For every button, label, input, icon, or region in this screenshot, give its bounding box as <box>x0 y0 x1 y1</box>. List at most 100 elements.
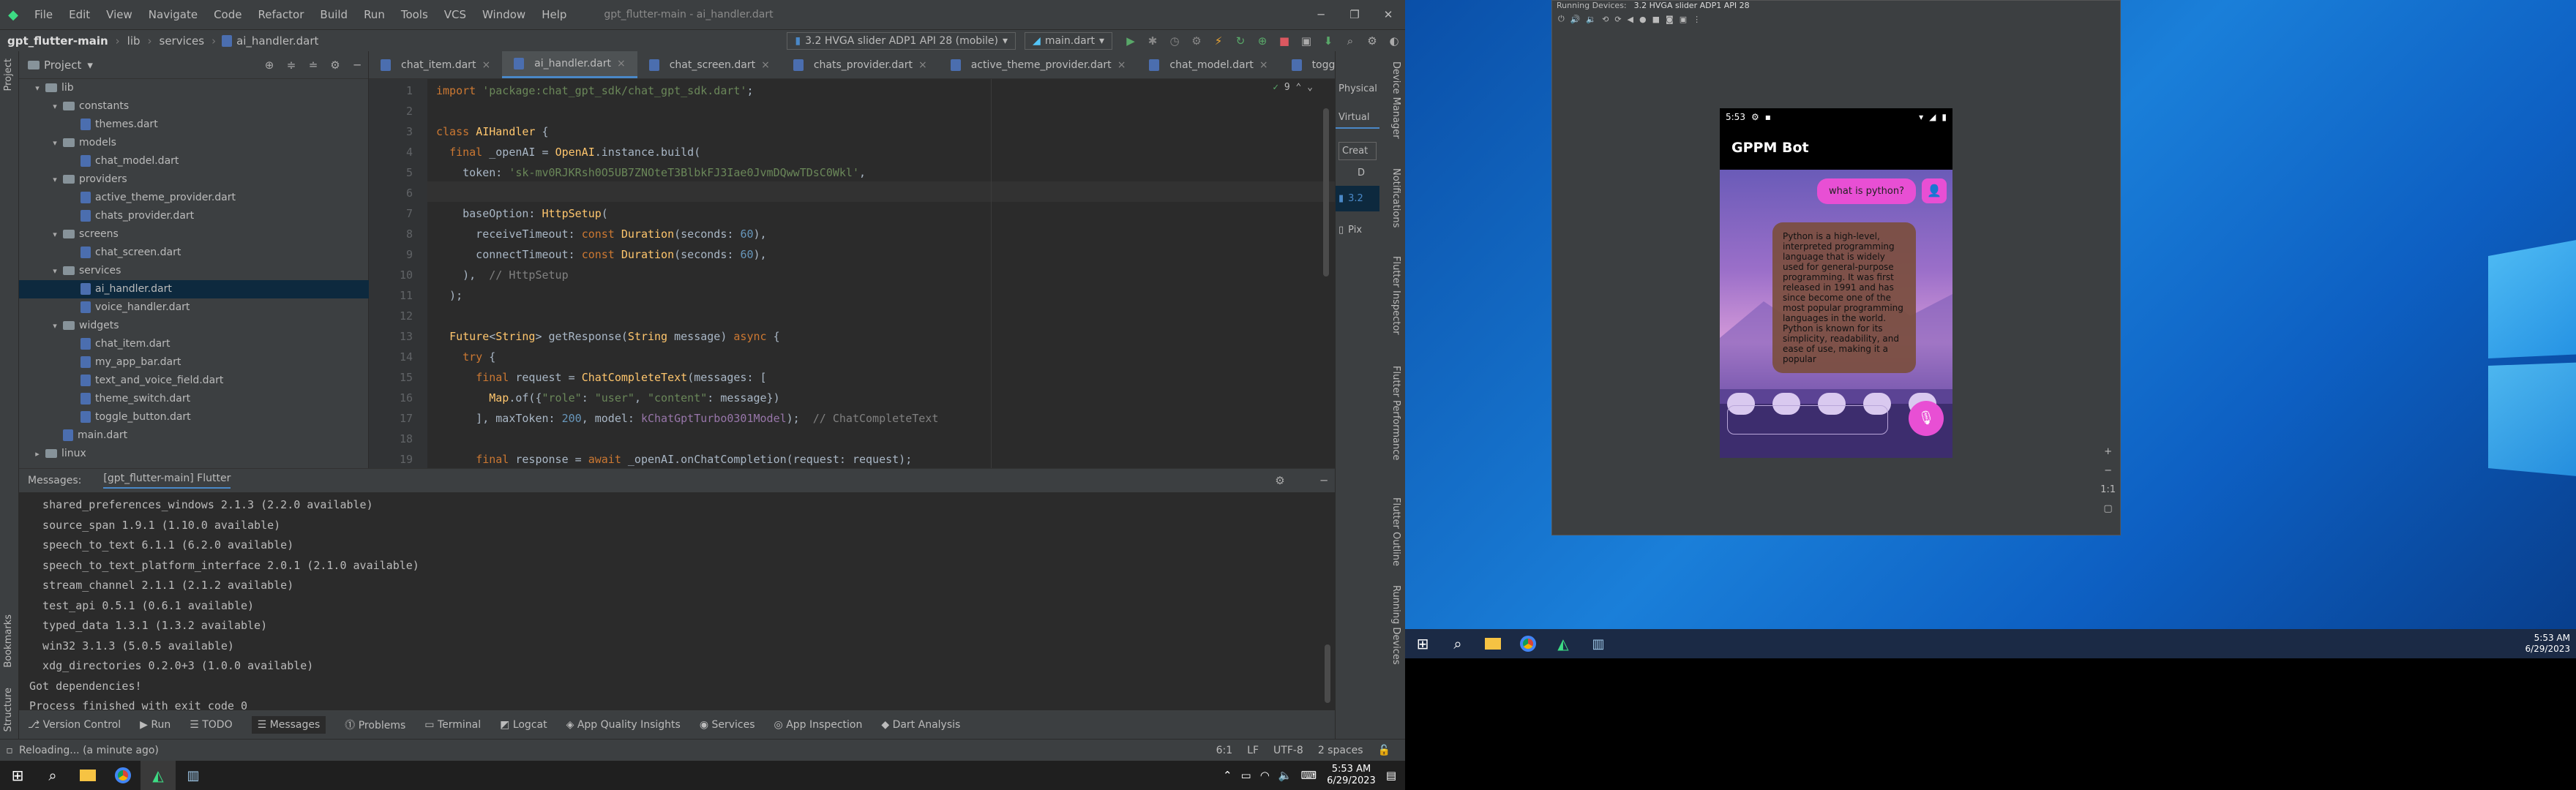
mic-button[interactable]: 🎙 <box>1909 401 1944 436</box>
flutter-performance-tool-tab[interactable]: Flutter Performance <box>1390 366 1401 460</box>
windows-start-icon[interactable]: ⊞ <box>0 761 35 790</box>
tree-file[interactable]: text_and_voice_field.dart <box>19 372 369 390</box>
tree-folder[interactable]: ▾ lib <box>19 79 369 97</box>
structure-tool-tab[interactable]: Structure <box>3 688 14 731</box>
tree-folder[interactable]: ▸ linux <box>19 445 369 463</box>
volume-down-icon[interactable]: 🔉 <box>1586 15 1596 24</box>
chevron-down-icon[interactable]: ▾ <box>50 262 60 280</box>
notifications-tool-tab[interactable]: Notifications <box>1390 168 1401 227</box>
editor-tab[interactable]: chats_provider.dart × <box>782 51 939 78</box>
breadcrumb-file[interactable]: ai_handler.dart <box>236 34 318 48</box>
tree-file[interactable]: chats_provider.dart <box>19 207 369 225</box>
version-control-tool[interactable]: ⎇ Version Control <box>28 719 121 731</box>
todo-tool[interactable]: ☰ TODO <box>190 719 232 731</box>
minimize-icon[interactable]: ─ <box>1304 8 1338 21</box>
device-row[interactable]: ▮ 3.2 <box>1336 186 1379 211</box>
close-tab-icon[interactable]: × <box>1117 59 1126 71</box>
tab-virtual[interactable]: Virtual <box>1336 108 1379 129</box>
hot-restart-icon[interactable]: ↻ <box>1229 30 1251 52</box>
android-studio-icon[interactable]: ◭ <box>141 761 176 790</box>
rotate-right-icon[interactable]: ⟳ <box>1614 15 1621 24</box>
emulator-icon[interactable]: ▥ <box>176 761 211 790</box>
device-selector[interactable]: ▮ 3.2 HVGA slider ADP1 API 28 (mobile) ▾ <box>787 31 1016 50</box>
logcat-tool[interactable]: ◩ Logcat <box>500 719 547 731</box>
close-icon[interactable]: ✕ <box>1371 8 1405 21</box>
tree-folder[interactable]: ▾ widgets <box>19 317 369 335</box>
chevron-down-icon[interactable]: ▾ <box>50 170 60 189</box>
app-quality-tool[interactable]: ◈ App Quality Insights <box>566 719 681 731</box>
tree-file[interactable]: voice_handler.dart <box>19 298 369 317</box>
editor-tab[interactable]: ai_handler.dart × <box>502 51 637 78</box>
profile-icon[interactable]: ◷ <box>1164 30 1186 52</box>
device-manager-tool-tab[interactable]: Device Manager <box>1390 61 1401 139</box>
device-row[interactable]: ▯ Pix <box>1336 217 1379 243</box>
line-separator[interactable]: LF <box>1247 745 1259 756</box>
emulator-icon[interactable]: ▥ <box>1581 629 1616 658</box>
emulator-header-tab[interactable]: 3.2 HVGA slider ADP1 API 28 <box>1634 1 1750 11</box>
file-explorer-icon[interactable] <box>1475 629 1510 658</box>
chrome-icon[interactable] <box>105 761 141 790</box>
tree-folder[interactable]: ▾ providers <box>19 170 369 189</box>
code-editor[interactable]: ✓ 9 ⌃ ⌄ import 'package:chat_gpt_sdk/cha… <box>427 79 1335 468</box>
editor-tab[interactable]: active_theme_provider.dart × <box>939 51 1138 78</box>
overview-icon[interactable]: ■ <box>1652 15 1660 24</box>
editor-scrollbar[interactable] <box>1323 108 1329 276</box>
tree-file[interactable]: my_app_bar.dart <box>19 353 369 372</box>
messages-tab[interactable]: [gpt_flutter-main] Flutter <box>103 473 231 489</box>
keyboard-icon[interactable]: ⌨ <box>1300 769 1317 782</box>
tree-file[interactable]: chat_model.dart <box>19 152 369 170</box>
flutter-outline-tool-tab[interactable]: Flutter Outline <box>1390 497 1401 566</box>
more-icon[interactable]: ⋮ <box>1693 15 1701 24</box>
run-config-selector[interactable]: ◢ main.dart ▾ <box>1025 31 1112 50</box>
coverage-icon[interactable]: ⚙ <box>1186 30 1208 52</box>
menu-vcs[interactable]: VCS <box>436 8 474 21</box>
close-tab-icon[interactable]: × <box>482 59 490 71</box>
breadcrumb-project[interactable]: gpt_flutter-main <box>0 34 116 48</box>
home-icon[interactable]: ● <box>1639 15 1647 24</box>
maximize-icon[interactable]: ❐ <box>1338 8 1371 21</box>
tree-file[interactable]: themes.dart <box>19 116 369 134</box>
tree-folder[interactable]: ▾ services <box>19 262 369 280</box>
caret-position[interactable]: 6:1 <box>1216 745 1233 756</box>
tree-file[interactable]: main.dart <box>19 426 369 445</box>
notification-icon[interactable]: ▤ <box>1386 769 1396 782</box>
run-icon[interactable]: ▶ <box>1120 30 1142 52</box>
chevron-down-icon[interactable]: ⌄ <box>1307 82 1313 93</box>
chevron-up-icon[interactable]: ⌃ <box>1223 769 1232 782</box>
run-tool[interactable]: ▶ Run <box>140 719 171 731</box>
menu-window[interactable]: Window <box>474 8 533 21</box>
locate-icon[interactable]: ⊕ <box>258 54 280 76</box>
inspection-widget[interactable]: ✓ 9 ⌃ ⌄ <box>1273 82 1313 93</box>
chevron-down-icon[interactable]: ▾ <box>50 134 60 152</box>
tree-file[interactable]: ai_handler.dart <box>19 280 369 298</box>
close-tab-icon[interactable]: × <box>1259 59 1268 71</box>
create-device-button[interactable]: Creat <box>1338 142 1377 160</box>
menu-navigate[interactable]: Navigate <box>141 8 206 21</box>
attach-icon[interactable]: ⊕ <box>1251 30 1273 52</box>
network-icon[interactable]: ▭ <box>1241 769 1251 782</box>
zoom-out-icon[interactable]: − <box>2100 462 2116 481</box>
tree-folder[interactable]: ▾ models <box>19 134 369 152</box>
chevron-down-icon[interactable]: ▾ <box>87 59 93 72</box>
dart-analysis-tool[interactable]: ◆ Dart Analysis <box>881 719 960 731</box>
search-icon[interactable]: ⌕ <box>1339 30 1361 52</box>
flutter-inspector-tool-tab[interactable]: Flutter Inspector <box>1390 256 1401 335</box>
menu-run[interactable]: Run <box>356 8 393 21</box>
chevron-right-icon[interactable]: ▸ <box>32 445 42 463</box>
file-encoding[interactable]: UTF-8 <box>1273 745 1303 756</box>
app-inspection-tool[interactable]: ◎ App Inspection <box>774 719 863 731</box>
hot-reload-icon[interactable]: ⚡ <box>1208 30 1229 52</box>
close-tab-icon[interactable]: × <box>617 58 626 69</box>
fit-screen-icon[interactable]: ▢ <box>2100 500 2116 519</box>
breadcrumb-services[interactable]: services <box>152 34 212 48</box>
windows-start-icon[interactable]: ⊞ <box>1405 629 1440 658</box>
bookmarks-tool-tab[interactable]: Bookmarks <box>3 614 14 668</box>
breadcrumb-lib[interactable]: lib <box>120 34 148 48</box>
menu-help[interactable]: Help <box>533 8 574 21</box>
editor-tab[interactable]: chat_model.dart × <box>1137 51 1279 78</box>
menu-file[interactable]: File <box>26 8 61 21</box>
chevron-down-icon[interactable]: ▾ <box>50 225 60 244</box>
chrome-icon[interactable] <box>1510 629 1546 658</box>
hide-icon[interactable]: ─ <box>1313 470 1335 492</box>
expand-all-icon[interactable]: ≑ <box>280 54 302 76</box>
